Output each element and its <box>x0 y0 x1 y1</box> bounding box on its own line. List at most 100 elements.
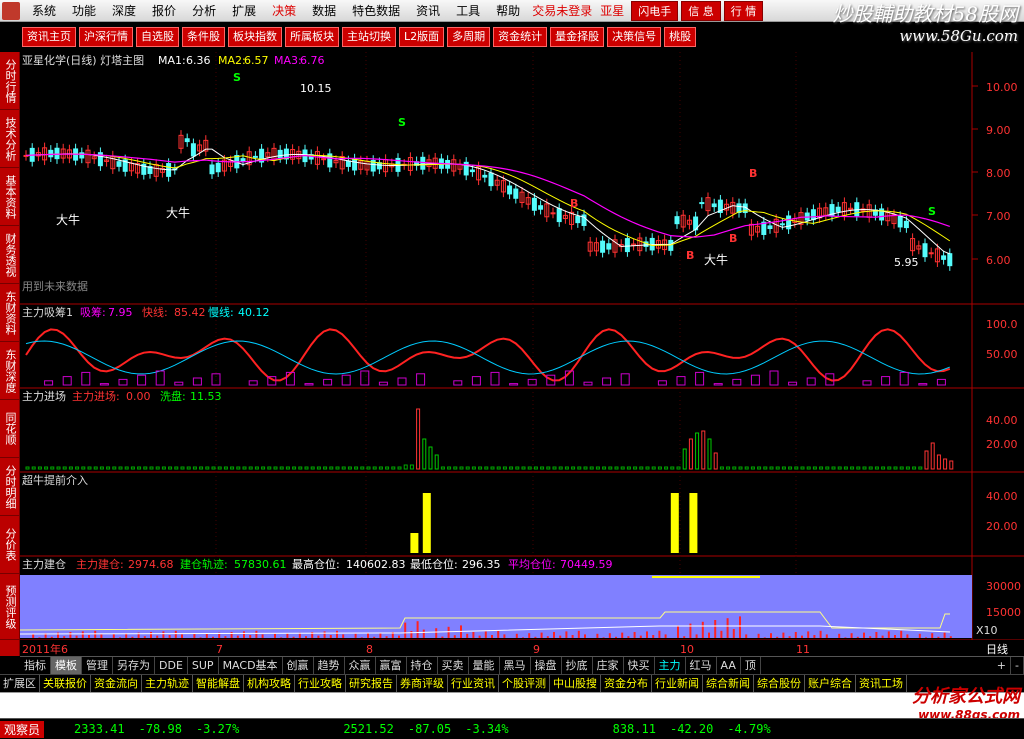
indicator-tab-6[interactable]: MACD基本 <box>219 657 283 674</box>
candle-body-145 <box>922 243 928 258</box>
position-bar-4 <box>50 636 53 638</box>
extension-tab-0[interactable]: 扩展区 <box>0 675 40 692</box>
left-nav-item-6[interactable]: 同花顺 <box>0 400 20 458</box>
quote-button[interactable]: 行 情 <box>723 0 764 21</box>
extension-tab-14[interactable]: 综合新闻 <box>703 675 754 692</box>
menu-analysis[interactable]: 分析 <box>184 2 224 19</box>
position-bar-60 <box>398 635 400 638</box>
candle-body-78 <box>507 185 513 195</box>
indicator-tab-8[interactable]: 趋势 <box>314 657 345 674</box>
indicator-tab-0[interactable]: 指标 <box>20 657 51 674</box>
chart-area[interactable]: 亚星化学(日线) 灯塔主图 MA1: 6.36 MA2: 6.57 MA3: 6… <box>20 52 1024 656</box>
menu-special-data[interactable]: 特色数据 <box>344 2 408 19</box>
extension-tab-9[interactable]: 行业资讯 <box>448 675 499 692</box>
indicator-tab-13[interactable]: 量能 <box>469 657 500 674</box>
indicator-tab-14[interactable]: 黑马 <box>500 657 531 674</box>
toolbar-button-2[interactable]: 自选股 <box>136 27 179 47</box>
position-bar-106 <box>683 636 686 638</box>
left-nav-item-1[interactable]: 技术分析 <box>0 110 20 168</box>
info-button[interactable]: 信 息 <box>681 0 721 21</box>
menu-quote[interactable]: 报价 <box>144 2 184 19</box>
menu-data[interactable]: 数据 <box>304 2 344 19</box>
extension-tab-10[interactable]: 个股评测 <box>499 675 550 692</box>
indicator-tab-17[interactable]: 庄家 <box>593 657 624 674</box>
zoom-in-button[interactable]: + <box>993 657 1012 674</box>
extension-tab-1[interactable]: 关联报价 <box>40 675 91 692</box>
extension-tab-16[interactable]: 账户综合 <box>805 675 856 692</box>
indicator-tab-20[interactable]: 红马 <box>686 657 717 674</box>
panel5-k4: 最低仓位: <box>410 557 458 571</box>
menu-depth[interactable]: 深度 <box>104 2 144 19</box>
period-label[interactable]: 日线 <box>986 642 1008 656</box>
zoom-out-button[interactable]: - <box>1011 657 1024 674</box>
extension-tab-13[interactable]: 行业新闻 <box>652 675 703 692</box>
toolbar-button-10[interactable]: 量金择股 <box>550 27 605 47</box>
position-bar-97 <box>627 636 630 638</box>
extension-tab-17[interactable]: 资讯工场 <box>856 675 907 692</box>
observer-label[interactable]: 观察员 <box>0 720 45 738</box>
left-nav-item-4[interactable]: 东财资料 <box>0 284 20 342</box>
menu-extend[interactable]: 扩展 <box>224 2 264 19</box>
menu-help[interactable]: 帮助 <box>488 2 528 19</box>
toolbar-button-9[interactable]: 资金统计 <box>493 27 548 47</box>
toolbar-button-8[interactable]: 多周期 <box>447 27 491 47</box>
left-nav-item-2[interactable]: 基本资料 <box>0 168 20 226</box>
indicator-tab-19[interactable]: 主力 <box>655 657 686 674</box>
candle-body-146 <box>928 252 934 255</box>
extension-tab-3[interactable]: 主力轨迹 <box>142 675 193 692</box>
toolbar-button-3[interactable]: 条件股 <box>182 27 225 47</box>
toolbar-button-6[interactable]: 主站切换 <box>342 27 396 47</box>
extension-tab-11[interactable]: 中山股搜 <box>550 675 601 692</box>
indicator-tab-7[interactable]: 创赢 <box>283 657 314 674</box>
extension-tab-15[interactable]: 综合股份 <box>754 675 805 692</box>
toolbar-button-1[interactable]: 沪深行情 <box>79 27 133 47</box>
toolbar-button-11[interactable]: 决策信号 <box>607 27 662 47</box>
left-nav-item-8[interactable]: 分价表 <box>0 516 20 574</box>
left-nav-item-5[interactable]: 东财深度 <box>0 342 20 400</box>
extension-tab-2[interactable]: 资金流向 <box>91 675 142 692</box>
indicator-tab-2[interactable]: 管理 <box>82 657 113 674</box>
indicator-tab-22[interactable]: 顶 <box>741 657 761 674</box>
position-bar-11 <box>94 630 97 638</box>
menu-news[interactable]: 资讯 <box>408 2 448 19</box>
toolbar-button-12[interactable]: 桃股 <box>664 27 697 47</box>
position-bar-115 <box>739 616 741 638</box>
menu-tools[interactable]: 工具 <box>448 2 488 19</box>
extension-tab-8[interactable]: 券商评级 <box>397 675 448 692</box>
left-nav-item-0[interactable]: 分时行情 <box>0 52 20 110</box>
position-bar-83 <box>540 632 543 638</box>
index3-value: 838.11 <box>612 722 656 736</box>
indicator-tab-12[interactable]: 买卖 <box>438 657 469 674</box>
toolbar-button-4[interactable]: 板块指数 <box>228 27 282 47</box>
indicator-tab-1[interactable]: 模板 <box>51 657 82 674</box>
left-nav-item-9[interactable]: 预测评级 <box>0 574 20 640</box>
indicator-tab-15[interactable]: 操盘 <box>531 657 562 674</box>
extension-tab-7[interactable]: 研究报告 <box>346 675 397 692</box>
extension-tab-6[interactable]: 行业攻略 <box>295 675 346 692</box>
indicator-tab-10[interactable]: 赢富 <box>376 657 407 674</box>
indicator-tab-3[interactable]: 另存为 <box>113 657 155 674</box>
flash-trade-button[interactable]: 闪电手 <box>631 0 679 21</box>
indicator-tab-4[interactable]: DDE <box>155 657 188 674</box>
left-nav-item-3[interactable]: 财务透视 <box>0 226 20 284</box>
menu-system[interactable]: 系统 <box>24 2 64 19</box>
toolbar-button-7[interactable]: L2版面 <box>399 27 445 47</box>
extension-tab-5[interactable]: 机构攻略 <box>244 675 295 692</box>
left-nav-item-7[interactable]: 分时明细 <box>0 458 20 516</box>
indicator-tab-16[interactable]: 抄底 <box>562 657 593 674</box>
trade-login-status[interactable]: 交易未登录 <box>528 2 596 19</box>
toolbar-button-5[interactable]: 所属板块 <box>285 27 339 47</box>
index2-percent: -3.34% <box>465 722 509 736</box>
candle-body-5 <box>54 147 60 160</box>
indicator-tab-5[interactable]: SUP <box>188 657 219 674</box>
indicator-tab-11[interactable]: 持仓 <box>407 657 438 674</box>
menu-decision[interactable]: 决策 <box>264 2 304 19</box>
position-bar-92 <box>596 633 599 638</box>
extension-tab-12[interactable]: 资金分布 <box>601 675 652 692</box>
extension-tab-4[interactable]: 智能解盘 <box>193 675 244 692</box>
indicator-tab-9[interactable]: 众赢 <box>345 657 376 674</box>
menu-function[interactable]: 功能 <box>64 2 104 19</box>
toolbar-button-0[interactable]: 资讯主页 <box>22 27 76 47</box>
indicator-tab-18[interactable]: 快买 <box>624 657 655 674</box>
indicator-tab-21[interactable]: AA <box>717 657 741 674</box>
